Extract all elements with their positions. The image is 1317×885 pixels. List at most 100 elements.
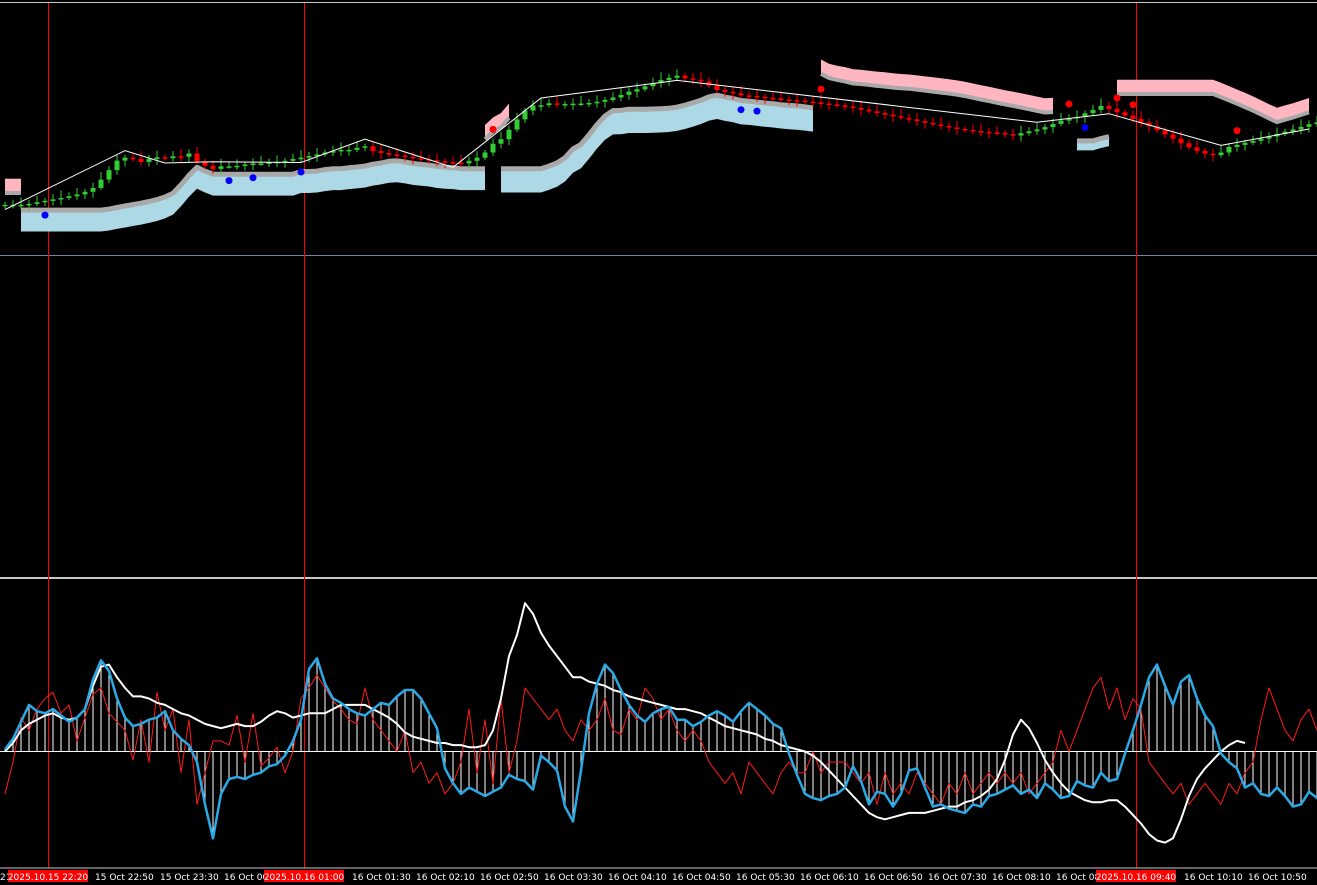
- candle-body: [1170, 134, 1176, 139]
- candle-body: [682, 75, 688, 79]
- candle-body: [642, 86, 648, 90]
- time-tick-label: 16 Oct 02:50: [480, 873, 539, 883]
- candle-body: [1210, 153, 1216, 156]
- event-marker-label: 2025.10.15 22:20: [8, 873, 89, 883]
- candle-body: [754, 95, 760, 98]
- time-tick-label: 16 Oct 04:10: [608, 873, 667, 883]
- candle-body: [130, 157, 136, 160]
- candle-body: [570, 103, 576, 106]
- candle-body: [594, 101, 600, 104]
- candle-body: [1010, 134, 1016, 136]
- candle-body: [962, 129, 968, 131]
- time-tick-label: 16 Oct 04:50: [672, 873, 731, 883]
- buy-signal-dot: [225, 177, 233, 185]
- candle-body: [26, 203, 32, 206]
- candle-body: [1090, 109, 1096, 114]
- sell-signal-dot: [1233, 127, 1241, 135]
- candle-body: [922, 121, 928, 123]
- candle-body: [18, 204, 24, 207]
- candle-body: [1250, 140, 1256, 143]
- candle-body: [2, 204, 8, 207]
- candle-body: [1226, 147, 1232, 153]
- time-tick-label: 16 Oct 00: [224, 873, 268, 883]
- candle-body: [258, 163, 264, 165]
- time-tick-label: 16 Oct 05:30: [736, 873, 795, 883]
- chart-canvas: 21 15 Oct 22:50 15 Oct 23:30 16 Oct 00 16 Oc…: [0, 0, 1317, 885]
- buy-signal-dot: [249, 174, 257, 182]
- candle-body: [442, 161, 448, 163]
- candle-body: [842, 105, 848, 107]
- candle-body: [210, 165, 216, 169]
- candle-body: [1002, 133, 1008, 135]
- candle-body: [242, 164, 248, 166]
- candle-body: [586, 103, 592, 105]
- candle-body: [82, 191, 88, 195]
- buy-signal-dot: [753, 107, 761, 115]
- candle-body: [866, 109, 872, 112]
- sell-signal-dot: [489, 125, 497, 133]
- candle-body: [218, 166, 224, 169]
- candle-body: [970, 130, 976, 132]
- candle-body: [146, 158, 152, 162]
- candle-body: [562, 104, 568, 106]
- candle-body: [930, 122, 936, 125]
- candle-body: [1106, 105, 1112, 109]
- event-marker-label: 2025.10.16 09:40: [1096, 873, 1177, 883]
- candle-body: [874, 111, 880, 113]
- time-tick-label: 16 Oct 07:30: [928, 873, 987, 883]
- candle-body: [1042, 127, 1048, 130]
- candle-body: [50, 199, 56, 201]
- candle-body: [674, 75, 680, 78]
- candle-body: [714, 85, 720, 90]
- candle-body: [626, 91, 632, 95]
- candle-body: [402, 155, 408, 158]
- buy-signal-dot: [297, 168, 305, 176]
- candle-body: [386, 153, 392, 155]
- candle-body: [1034, 129, 1040, 132]
- candle-body: [578, 103, 584, 105]
- time-tick-label: 16 Oct 10:50: [1248, 873, 1307, 883]
- candle-body: [850, 106, 856, 109]
- candle-body: [554, 103, 560, 105]
- candle-body: [34, 202, 40, 204]
- candle-body: [250, 163, 256, 165]
- candle-body: [666, 77, 672, 80]
- candle-body: [722, 89, 728, 92]
- candle-body: [690, 78, 696, 80]
- candle-body: [514, 119, 520, 130]
- candle-body: [1186, 143, 1192, 148]
- candle-body: [762, 96, 768, 99]
- candle-body: [98, 179, 104, 188]
- candle-body: [394, 154, 400, 157]
- candle-body: [778, 98, 784, 100]
- candle-body: [826, 103, 832, 105]
- candle-body: [914, 119, 920, 122]
- candle-body: [162, 157, 168, 159]
- candle-body: [178, 156, 184, 158]
- candle-body: [42, 200, 48, 203]
- candle-body: [1098, 105, 1104, 110]
- candle-body: [906, 117, 912, 120]
- candle-body: [346, 149, 352, 152]
- time-tick-label: 16 Oct 02:10: [416, 873, 475, 883]
- candle-body: [890, 114, 896, 117]
- candle-body: [1122, 112, 1128, 116]
- sell-signal-dot: [1065, 100, 1073, 108]
- candle-body: [1050, 124, 1056, 128]
- time-tick-label: 16 Oct 06:10: [800, 873, 859, 883]
- candle-body: [1242, 142, 1248, 145]
- candle-body: [482, 152, 488, 158]
- candle-body: [1218, 152, 1224, 156]
- candle-body: [58, 198, 64, 200]
- sell-signal-dot: [817, 85, 825, 93]
- sell-signal-dot: [1129, 101, 1137, 109]
- candle-body: [538, 105, 544, 107]
- candle-body: [370, 146, 376, 152]
- candle-body: [1026, 131, 1032, 134]
- sell-signal-dot: [1113, 94, 1121, 102]
- candle-body: [802, 100, 808, 103]
- candle-body: [506, 129, 512, 140]
- candle-body: [546, 103, 552, 106]
- candle-body: [474, 157, 480, 161]
- candle-body: [1194, 147, 1200, 151]
